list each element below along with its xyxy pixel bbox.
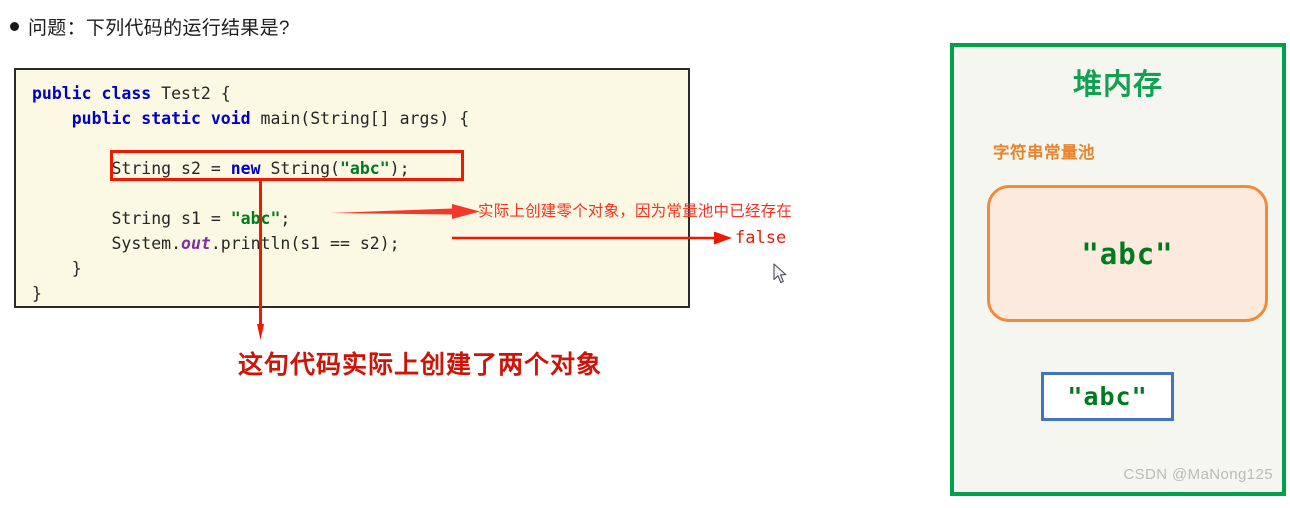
string-constant-pool-box: "abc" [987, 185, 1268, 322]
object-string-value: "abc" [1067, 382, 1148, 411]
code-println-head: System. [111, 234, 182, 253]
code-text: public class Test2 { public static void … [32, 81, 469, 306]
bottom-caption: 这句代码实际上创建了两个对象 [238, 351, 603, 379]
code-type-name: Test2 [161, 84, 211, 103]
code-decl-s1-tail: ; [280, 209, 291, 228]
code-keyword-public: public [32, 84, 92, 103]
heap-panel-title: 堆内存 [1072, 69, 1163, 101]
code-keyword-public-2: public [71, 109, 132, 128]
code-close-brace-outer: } [32, 284, 42, 303]
question-line: 问题：下列代码的运行结果是? [10, 13, 290, 40]
code-keyword-void: void [210, 109, 251, 128]
code-keyword-class: class [101, 84, 152, 103]
mouse-pointer-icon [773, 263, 787, 284]
arrow-to-false-output [452, 231, 732, 245]
question-text: 问题：下列代码的运行结果是? [28, 18, 290, 39]
code-decl-s1: String s1 = [111, 209, 231, 228]
bullet-dot-icon [10, 22, 19, 31]
new-string-highlight-box [110, 150, 464, 181]
vertical-red-arrow [257, 178, 264, 340]
heap-string-object-box: "abc" [1041, 372, 1174, 421]
red-annotation-note: 实际上创建零个对象，因为常量池中已经存在 [478, 203, 793, 220]
heap-memory-panel: 堆内存 字符串常量池 "abc" "abc" CSDN @MaNong125 [950, 43, 1286, 496]
code-println-tail: .println(s1 == s2); [210, 234, 400, 253]
code-block: public class Test2 { public static void … [14, 68, 690, 308]
pool-string-value: "abc" [1081, 236, 1174, 271]
code-open-brace: { [220, 84, 231, 103]
arrow-to-red-note [330, 204, 480, 219]
code-string-literal-2: "abc" [230, 209, 281, 228]
code-main-signature: main(String[] args) { [260, 109, 470, 128]
console-output-false: false [735, 228, 787, 248]
code-close-brace-inner: } [71, 259, 82, 278]
code-field-out: out [181, 234, 211, 253]
code-keyword-static: static [141, 109, 201, 128]
string-constant-pool-label: 字符串常量池 [993, 144, 1095, 162]
csdn-watermark: CSDN @MaNong125 [1123, 466, 1273, 483]
